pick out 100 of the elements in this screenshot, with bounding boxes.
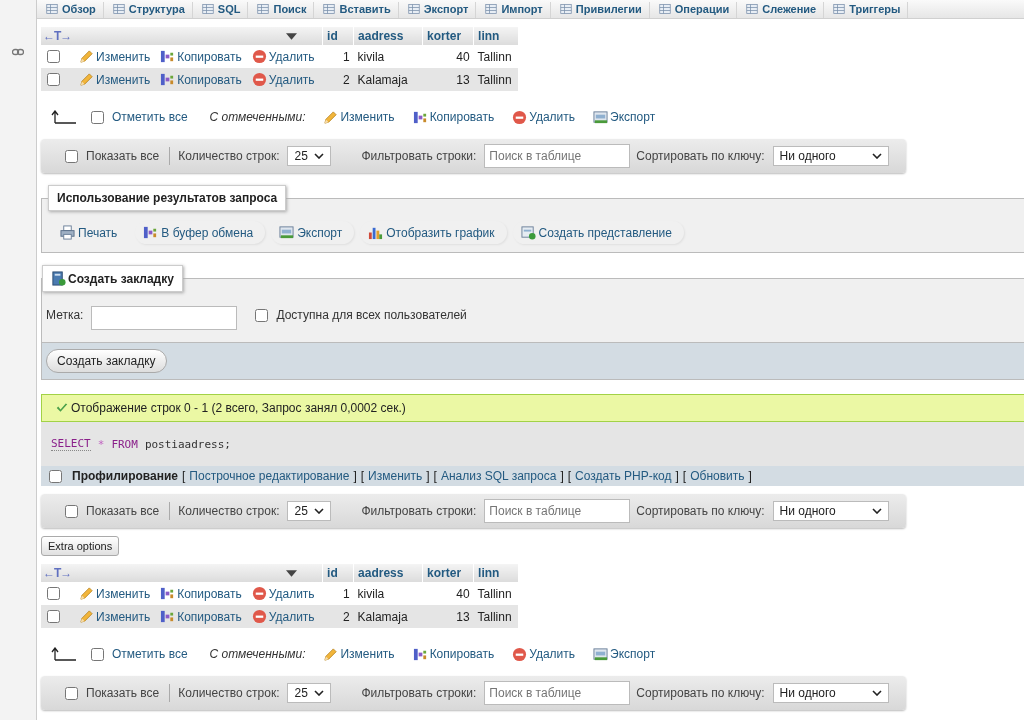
query-link[interactable]: Построчное редактирование	[189, 469, 350, 483]
edit-link[interactable]: Изменить	[323, 109, 395, 125]
sql-token: *	[97, 437, 105, 451]
column-header[interactable]: linn	[473, 564, 519, 582]
table-cell: Tallinn	[473, 582, 519, 605]
profiling-checkbox[interactable]	[49, 469, 62, 483]
show-all-checkbox[interactable]	[65, 686, 78, 700]
nav-tab[interactable]: Триггеры	[824, 2, 909, 18]
table-cell: Kalamaja	[353, 68, 423, 91]
delete-link[interactable]: Удалить	[512, 646, 576, 662]
column-header[interactable]: korter	[422, 27, 474, 45]
chain-icon[interactable]	[12, 48, 24, 56]
export-link[interactable]: Экспорт	[593, 646, 656, 662]
extra-options-button[interactable]: Extra options	[41, 536, 120, 556]
filter-field[interactable]: Поиск в таблице	[484, 499, 631, 523]
caret-icon	[314, 690, 325, 696]
create-bookmark-button[interactable]: Создать закладку	[46, 349, 167, 373]
query-link[interactable]: Обновить	[690, 469, 745, 483]
check-all-checkbox[interactable]	[91, 647, 104, 661]
column-header[interactable]: linn	[473, 27, 519, 45]
copy-link[interactable]: Копировать	[160, 586, 242, 601]
filter-field[interactable]: Поиск в таблице	[484, 681, 631, 705]
sort-caret-icon[interactable]	[286, 569, 297, 577]
clipboard-button[interactable]: В буфер обмена	[135, 221, 266, 244]
nav-tab[interactable]: Поиск	[248, 2, 315, 18]
row-checkbox[interactable]	[47, 50, 60, 63]
caret-icon	[871, 508, 882, 514]
delete-icon	[251, 609, 267, 624]
column-toggle[interactable]: ←T→	[43, 566, 72, 580]
row-checkbox[interactable]	[47, 610, 60, 623]
nav-tab[interactable]: Привилегии	[550, 2, 650, 18]
shared-checkbox[interactable]	[255, 308, 269, 322]
pencil-icon	[79, 609, 94, 624]
check-all-link[interactable]: Отметить все	[112, 647, 188, 661]
grid-icon	[559, 3, 572, 15]
bracket-mark: ]	[748, 469, 752, 483]
copy-link[interactable]: Копировать	[160, 72, 242, 87]
chart-button[interactable]: Отобразить график	[360, 221, 507, 244]
copy-icon	[160, 586, 176, 601]
label-field[interactable]	[91, 306, 238, 330]
nav-tab[interactable]: SQL	[192, 2, 249, 18]
bracket-mark: ]	[560, 469, 564, 483]
row-checkbox[interactable]	[47, 587, 60, 600]
rows-select[interactable]: 25	[287, 146, 332, 166]
column-toggle[interactable]: ←T→	[43, 29, 72, 43]
sort-select[interactable]: Ни одного	[772, 501, 889, 521]
nav-tab[interactable]: Обзор	[37, 2, 104, 18]
caret-icon	[871, 690, 882, 696]
delete-link[interactable]: Удалить	[251, 72, 315, 87]
table-cell: 13	[422, 68, 474, 91]
pencil-icon	[323, 646, 339, 662]
row-checkbox[interactable]	[47, 73, 60, 86]
show-all-checkbox[interactable]	[65, 149, 78, 163]
nav-tab[interactable]: Структура	[103, 2, 193, 18]
rows-select[interactable]: 25	[287, 683, 332, 703]
bar-chart-icon	[368, 225, 384, 240]
bracket-mark: ]	[353, 469, 357, 483]
create-view-button[interactable]: Создать представление	[512, 221, 684, 244]
column-header[interactable]: id	[322, 564, 354, 582]
show-all-checkbox[interactable]	[65, 504, 78, 518]
edit-link[interactable]: Изменить	[79, 72, 151, 87]
copy-link[interactable]: Копировать	[160, 49, 242, 64]
delete-link[interactable]: Удалить	[512, 109, 576, 125]
copy-link[interactable]: Копировать	[412, 109, 495, 125]
sort-caret-icon[interactable]	[286, 32, 297, 40]
table-cell: 1	[322, 582, 354, 605]
query-link[interactable]: Изменить	[368, 469, 423, 483]
caret-icon	[314, 508, 325, 514]
sort-select[interactable]: Ни одного	[772, 146, 889, 166]
query-link[interactable]: Анализ SQL запроса	[440, 469, 557, 483]
edit-link[interactable]: Изменить	[79, 49, 151, 64]
message-text: Отображение строк 0 - 1 (2 всего, Запрос занял 0,0002 сек.)	[71, 401, 406, 415]
grid-icon	[112, 3, 125, 15]
copy-link[interactable]: Копировать	[412, 646, 495, 662]
check-all-checkbox[interactable]	[91, 110, 104, 124]
column-header[interactable]: aadress	[353, 564, 423, 582]
sort-select[interactable]: Ни одного	[772, 683, 889, 703]
edit-link[interactable]: Изменить	[79, 586, 151, 601]
delete-link[interactable]: Удалить	[251, 609, 315, 624]
nav-tab[interactable]: Вставить	[314, 2, 399, 18]
edit-link[interactable]: Изменить	[323, 646, 395, 662]
column-header[interactable]: aadress	[353, 27, 423, 45]
export-button[interactable]: Экспорт	[271, 221, 355, 244]
export-link[interactable]: Экспорт	[593, 109, 656, 125]
nav-tab[interactable]: Слежение	[737, 2, 825, 18]
edit-link[interactable]: Изменить	[79, 609, 151, 624]
filter-field[interactable]: Поиск в таблице	[484, 144, 631, 168]
query-link[interactable]: Создать PHP-код	[575, 469, 672, 483]
rows-select[interactable]: 25	[287, 501, 332, 521]
delete-link[interactable]: Удалить	[251, 586, 315, 601]
delete-link[interactable]: Удалить	[251, 49, 315, 64]
column-header[interactable]: korter	[422, 564, 474, 582]
bookmark-icon	[51, 271, 66, 286]
copy-link[interactable]: Копировать	[160, 609, 242, 624]
check-all-link[interactable]: Отметить все	[112, 110, 188, 124]
column-header[interactable]: id	[322, 27, 354, 45]
nav-tab[interactable]: Операции	[649, 2, 738, 18]
nav-tab[interactable]: Импорт	[476, 2, 551, 18]
nav-tab[interactable]: Экспорт	[398, 2, 477, 18]
rows-label: Количество строк:	[178, 149, 280, 163]
